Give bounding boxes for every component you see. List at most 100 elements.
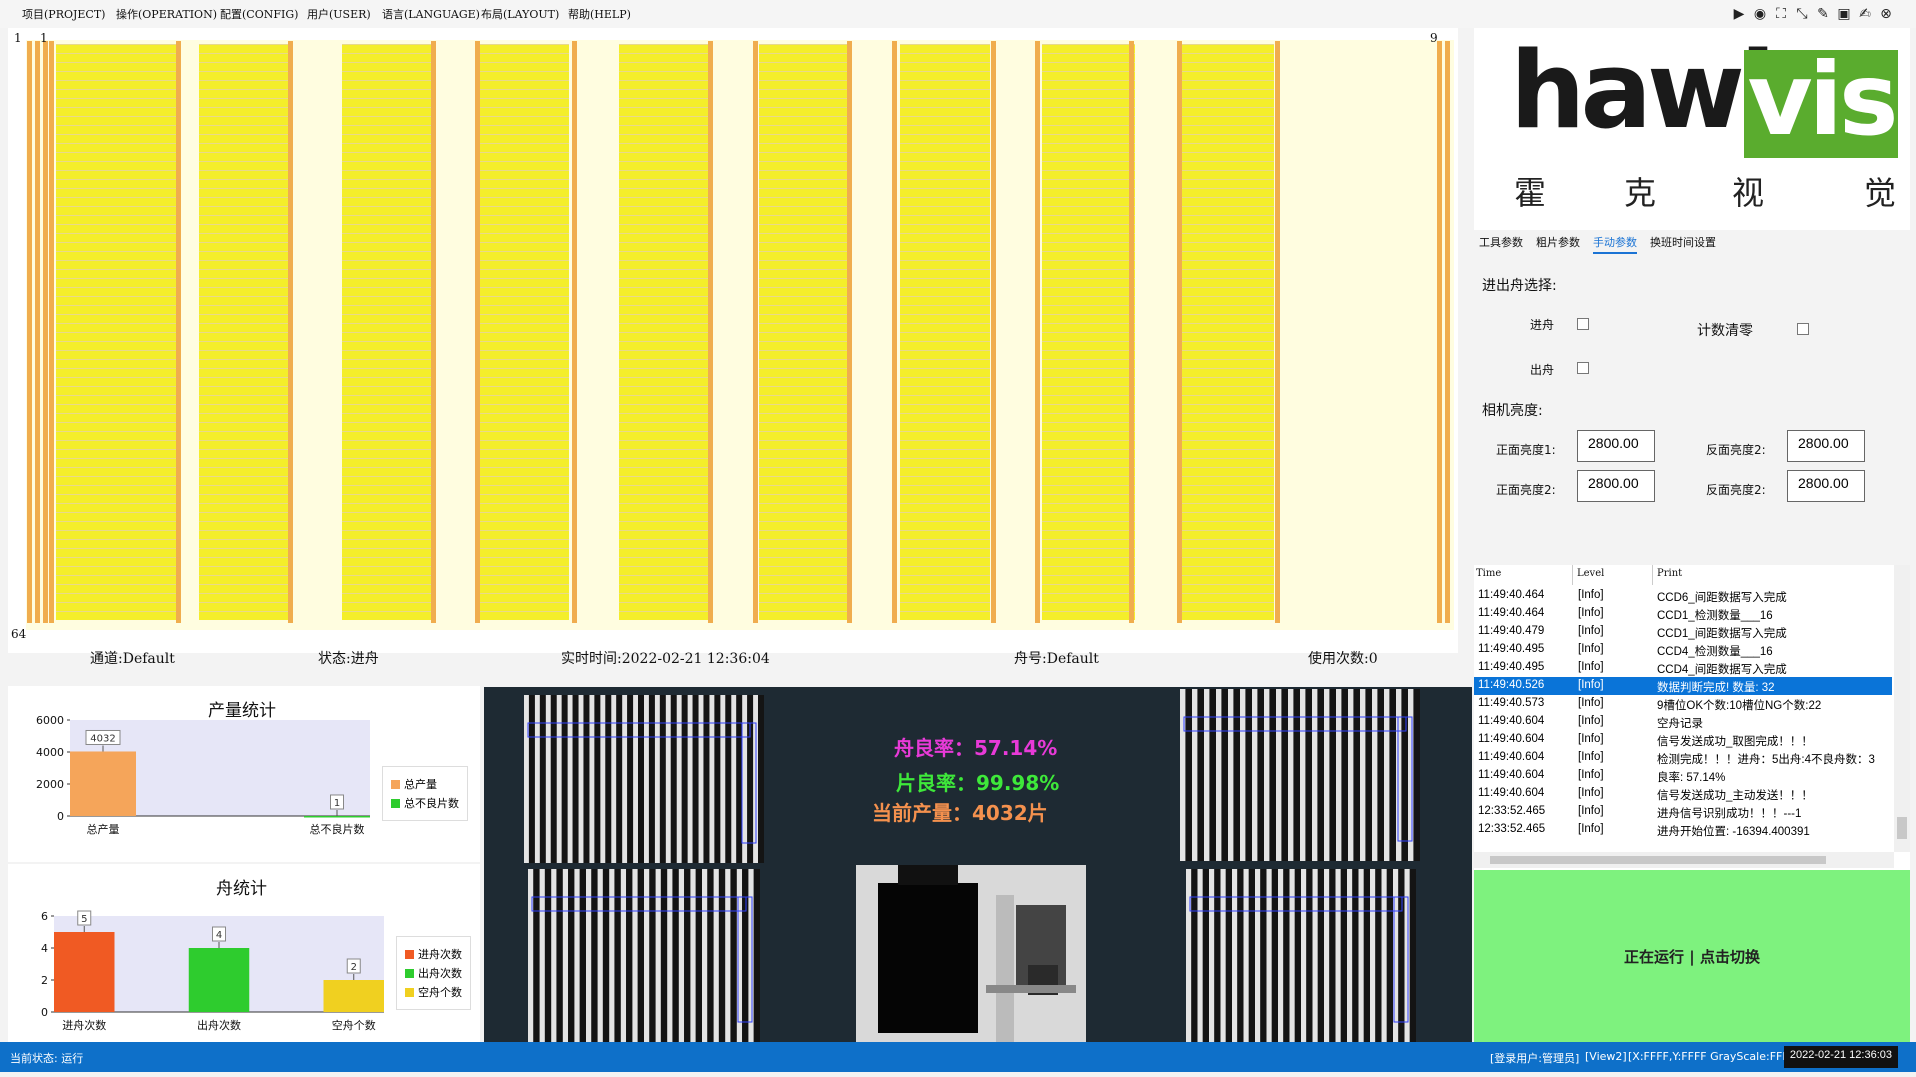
- log-row[interactable]: 11:49:40.604 [Info] 空舟记录: [1474, 713, 1892, 731]
- log-row[interactable]: 11:49:40.573 [Info] 9槽位OK个数:10槽位NG个数:22: [1474, 695, 1892, 713]
- log-message: 数据判断完成! 数量: 32: [1657, 682, 1775, 694]
- status-pixel: [X:FFFF,Y:FFFF GrayScale:FFF]: [1628, 1050, 1793, 1063]
- front-brightness-2-input[interactable]: 2800.00: [1577, 470, 1655, 502]
- tray-rail: [431, 41, 436, 623]
- camera-view-3[interactable]: [484, 865, 804, 1042]
- legend-label: 出舟次数: [418, 967, 462, 980]
- shrink-icon[interactable]: ⤡: [1794, 6, 1810, 22]
- reset-count-checkbox[interactable]: [1797, 323, 1809, 335]
- log-level: [Info]: [1578, 589, 1604, 601]
- tab-shift-time[interactable]: 换班时间设置: [1650, 234, 1716, 250]
- close-icon[interactable]: ⊗: [1878, 6, 1894, 22]
- slat: [648, 695, 655, 863]
- log-hscroll-thumb[interactable]: [1490, 856, 1826, 864]
- menu-user[interactable]: 用户(USER): [307, 6, 371, 22]
- bar: [323, 980, 384, 1012]
- log-row[interactable]: 11:49:40.464 [Info] CCD1_检测数量___16: [1474, 605, 1892, 623]
- record-icon[interactable]: ◉: [1752, 6, 1768, 22]
- log-row[interactable]: 11:49:40.495 [Info] CCD4_间距数据写入完成: [1474, 659, 1892, 677]
- log-message: 进舟信号识别成功！！！---1: [1657, 808, 1802, 820]
- log-level: [Info]: [1578, 679, 1604, 691]
- production-chart: 0 2000 4000 6000 4032 总产量 1 总不良片数: [36, 714, 370, 836]
- camera-brightness-heading: 相机亮度:: [1482, 403, 1543, 419]
- tab-manual-params[interactable]: 手动参数: [1593, 234, 1637, 254]
- log-header-print: Print: [1657, 568, 1683, 579]
- menu-help[interactable]: 帮助(HELP): [568, 6, 631, 22]
- log-row[interactable]: 12:33:52.465 [Info] 进舟开始位置: -16394.400391: [1474, 821, 1892, 839]
- tray-rail: [176, 41, 181, 623]
- log-level: [Info]: [1578, 733, 1604, 745]
- log-row[interactable]: 11:49:40.604 [Info] 信号发送成功_主动发送！！！: [1474, 785, 1892, 803]
- run-toggle-button[interactable]: 正在运行 | 点击切换: [1474, 870, 1910, 1042]
- slat: [1365, 689, 1372, 861]
- window-toolbar: ▶ ◉ ⛶ ⤡ ✎ ▣ ✍ ⊗: [1731, 6, 1894, 22]
- slat: [594, 695, 601, 863]
- log-row[interactable]: 11:49:40.495 [Info] CCD4_检测数量___16: [1474, 641, 1892, 659]
- slat: [684, 869, 691, 1042]
- y-tick-label: 6000: [36, 714, 64, 727]
- camera-view-2[interactable]: [1130, 687, 1472, 863]
- slat: [1375, 869, 1382, 1042]
- menu-layout[interactable]: 布局(LAYOUT): [481, 6, 559, 22]
- log-row[interactable]: 11:49:40.479 [Info] CCD1_间距数据写入完成: [1474, 623, 1892, 641]
- bar: [54, 932, 115, 1012]
- menu-operation[interactable]: 操作(OPERATION): [116, 6, 217, 22]
- save-icon[interactable]: ▣: [1836, 6, 1852, 22]
- front-brightness-1-label: 正面亮度1:: [1496, 443, 1556, 457]
- play-icon[interactable]: ▶: [1731, 6, 1747, 22]
- x-tick-label: 总不良片数: [310, 822, 365, 836]
- slat: [1329, 689, 1336, 861]
- menu-project[interactable]: 项目(PROJECT): [22, 6, 105, 22]
- slat: [1248, 869, 1255, 1042]
- tray-rail: [892, 41, 897, 623]
- log-header-divider: [1652, 565, 1653, 585]
- log-message: 9槽位OK个数:10槽位NG个数:22: [1657, 700, 1822, 712]
- log-level: [Info]: [1578, 805, 1604, 817]
- tray-rail: [35, 41, 40, 623]
- tab-tool-params[interactable]: 工具参数: [1479, 234, 1523, 250]
- boat-yield: 舟良率：57.14%: [894, 736, 1058, 760]
- tray-grid[interactable]: [8, 28, 1458, 633]
- channel-label: 通道:Default: [90, 651, 175, 667]
- slat: [672, 869, 679, 1042]
- camera-view-5[interactable]: [1130, 865, 1472, 1042]
- log-message: 良率: 57.14%: [1657, 772, 1726, 784]
- camera-view-1[interactable]: [484, 687, 804, 863]
- tray-slot-block: [199, 44, 292, 620]
- fullscreen-icon[interactable]: ⛶: [1773, 6, 1789, 22]
- log-message: 空舟记录: [1657, 718, 1703, 730]
- log-row[interactable]: 11:49:40.604 [Info] 良率: 57.14%: [1474, 767, 1892, 785]
- log-vscroll-thumb[interactable]: [1897, 817, 1907, 839]
- log-level: [Info]: [1578, 661, 1604, 673]
- tab-coarse-params[interactable]: 粗片参数: [1536, 234, 1580, 250]
- front-brightness-1-input[interactable]: 2800.00: [1577, 430, 1655, 462]
- slat: [1305, 689, 1312, 861]
- log-hscroll[interactable]: [1474, 852, 1894, 868]
- log-row[interactable]: 11:49:40.604 [Info] 信号发送成功_取图完成！！！: [1474, 731, 1892, 749]
- status-state: 当前状态: 运行: [10, 1052, 84, 1065]
- out-boat-checkbox[interactable]: [1577, 362, 1589, 374]
- log-level: [Info]: [1578, 625, 1604, 637]
- slat: [572, 695, 579, 863]
- in-boat-checkbox[interactable]: [1577, 318, 1589, 330]
- log-row[interactable]: 12:33:52.465 [Info] 进舟信号识别成功！！！---1: [1474, 803, 1892, 821]
- log-time: 11:49:40.464: [1478, 589, 1545, 601]
- back-brightness-2b-input[interactable]: 2800.00: [1787, 470, 1865, 502]
- edit-icon[interactable]: ✍: [1857, 6, 1873, 22]
- tray-rail: [708, 41, 713, 623]
- slat: [692, 695, 699, 863]
- state-label: 状态:进舟: [318, 651, 379, 667]
- log-table: Time Level Print 11:49:40.464 [Info] CCD6_…: [1474, 565, 1910, 870]
- log-vscroll[interactable]: [1894, 565, 1910, 852]
- pin-icon[interactable]: ✎: [1815, 6, 1831, 22]
- log-header-level: Level: [1577, 568, 1605, 579]
- back-brightness-2a-input[interactable]: 2800.00: [1787, 430, 1865, 462]
- log-time: 11:49:40.604: [1478, 751, 1545, 763]
- menu-language[interactable]: 语言(LANGUAGE): [382, 6, 480, 22]
- slat: [703, 695, 710, 863]
- camera-view-4[interactable]: [806, 865, 1128, 1042]
- log-row[interactable]: 11:49:40.526 [Info] 数据判断完成! 数量: 32: [1474, 677, 1892, 695]
- menu-config[interactable]: 配置(CONFIG): [220, 6, 298, 22]
- log-row[interactable]: 11:49:40.464 [Info] CCD6_间距数据写入完成: [1474, 587, 1892, 605]
- log-row[interactable]: 11:49:40.604 [Info] 检测完成！！！进舟：5出舟:4不良舟数：3: [1474, 749, 1892, 767]
